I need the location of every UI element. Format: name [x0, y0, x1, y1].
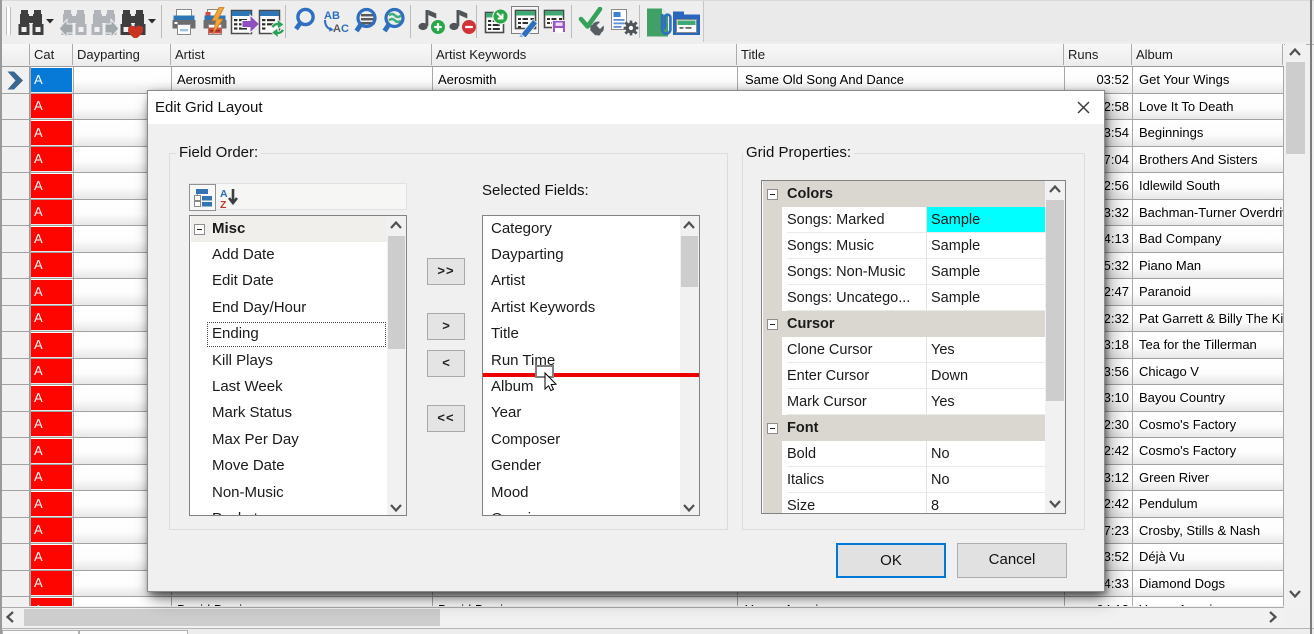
svg-text:C: C — [341, 23, 349, 35]
svg-text:Z: Z — [220, 199, 227, 209]
svg-text:AB: AB — [324, 10, 340, 22]
svg-text:A: A — [333, 23, 341, 35]
